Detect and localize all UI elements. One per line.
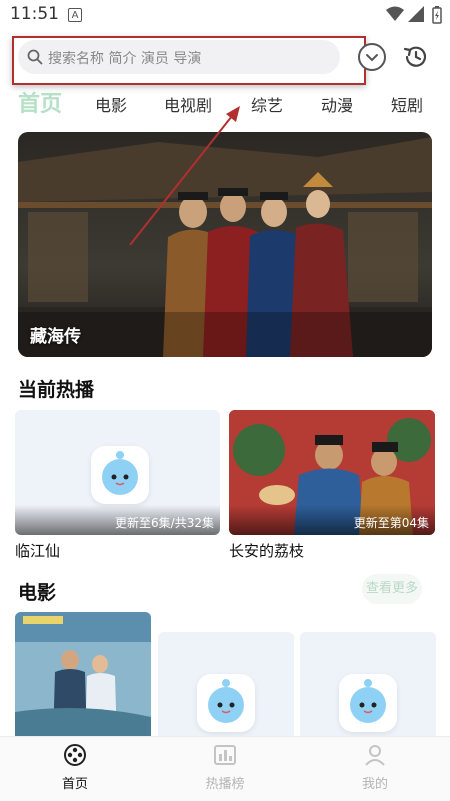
episode-badge: 更新至第04集: [353, 516, 429, 530]
movie-card-1[interactable]: [15, 612, 151, 742]
chart-icon: [214, 745, 236, 765]
status-time: 11:51: [10, 4, 59, 24]
download-icon: [366, 54, 378, 62]
banner-title: 藏海传: [30, 327, 81, 347]
tab-anime[interactable]: 动漫: [321, 92, 353, 116]
episode-badge: 更新至6集/共32集: [115, 516, 214, 530]
tab-movies[interactable]: 电影: [95, 92, 127, 116]
movies-section-title: 电影: [18, 582, 57, 604]
nav-home[interactable]: 首页: [30, 743, 120, 792]
tab-home[interactable]: 首页: [18, 86, 62, 118]
user-icon: [365, 745, 385, 766]
now-playing-card-1[interactable]: 更新至6集/共32集: [15, 410, 220, 535]
poster-image: [15, 612, 151, 742]
category-tabs: 首页 电影 电视剧 综艺 动漫 短剧: [0, 86, 450, 120]
history-icon: [403, 46, 427, 67]
movie-card-2[interactable]: [158, 632, 294, 742]
film-reel-icon: [64, 744, 86, 766]
now-playing-title: 当前热播: [18, 379, 95, 401]
signal-icon: [408, 6, 424, 22]
history-button[interactable]: [402, 43, 430, 71]
wifi-icon: [386, 6, 404, 21]
featured-banner[interactable]: 藏海传: [18, 132, 432, 357]
tab-short-drama[interactable]: 短剧: [391, 92, 423, 116]
now-playing-card-2[interactable]: 更新至第04集: [229, 410, 435, 535]
download-button[interactable]: [358, 43, 386, 71]
tab-variety[interactable]: 综艺: [251, 92, 283, 116]
nav-home-label: 首页: [61, 777, 88, 792]
app-mascot-icon: [197, 674, 255, 732]
battery-icon: [432, 6, 442, 24]
nav-chart-label: 热播榜: [205, 777, 245, 792]
tab-tv-series[interactable]: 电视剧: [164, 92, 212, 116]
nav-chart[interactable]: 热播榜: [180, 743, 270, 792]
app-mascot-icon: [91, 446, 149, 504]
status-bar: 11:51 A: [0, 0, 450, 32]
nav-profile[interactable]: 我的: [330, 743, 420, 792]
card-title[interactable]: 长安的荔枝: [229, 540, 304, 561]
nav-profile-label: 我的: [361, 777, 388, 792]
notification-a-icon: A: [68, 8, 82, 22]
movie-card-3[interactable]: [300, 632, 436, 742]
view-more-button[interactable]: 查看更多: [362, 574, 422, 604]
app-mascot-icon: [339, 674, 397, 732]
annotation-highlight-box: [12, 36, 366, 85]
card-title[interactable]: 临江仙: [15, 540, 60, 561]
bottom-navigation: 首页 热播榜 我的: [0, 736, 450, 801]
